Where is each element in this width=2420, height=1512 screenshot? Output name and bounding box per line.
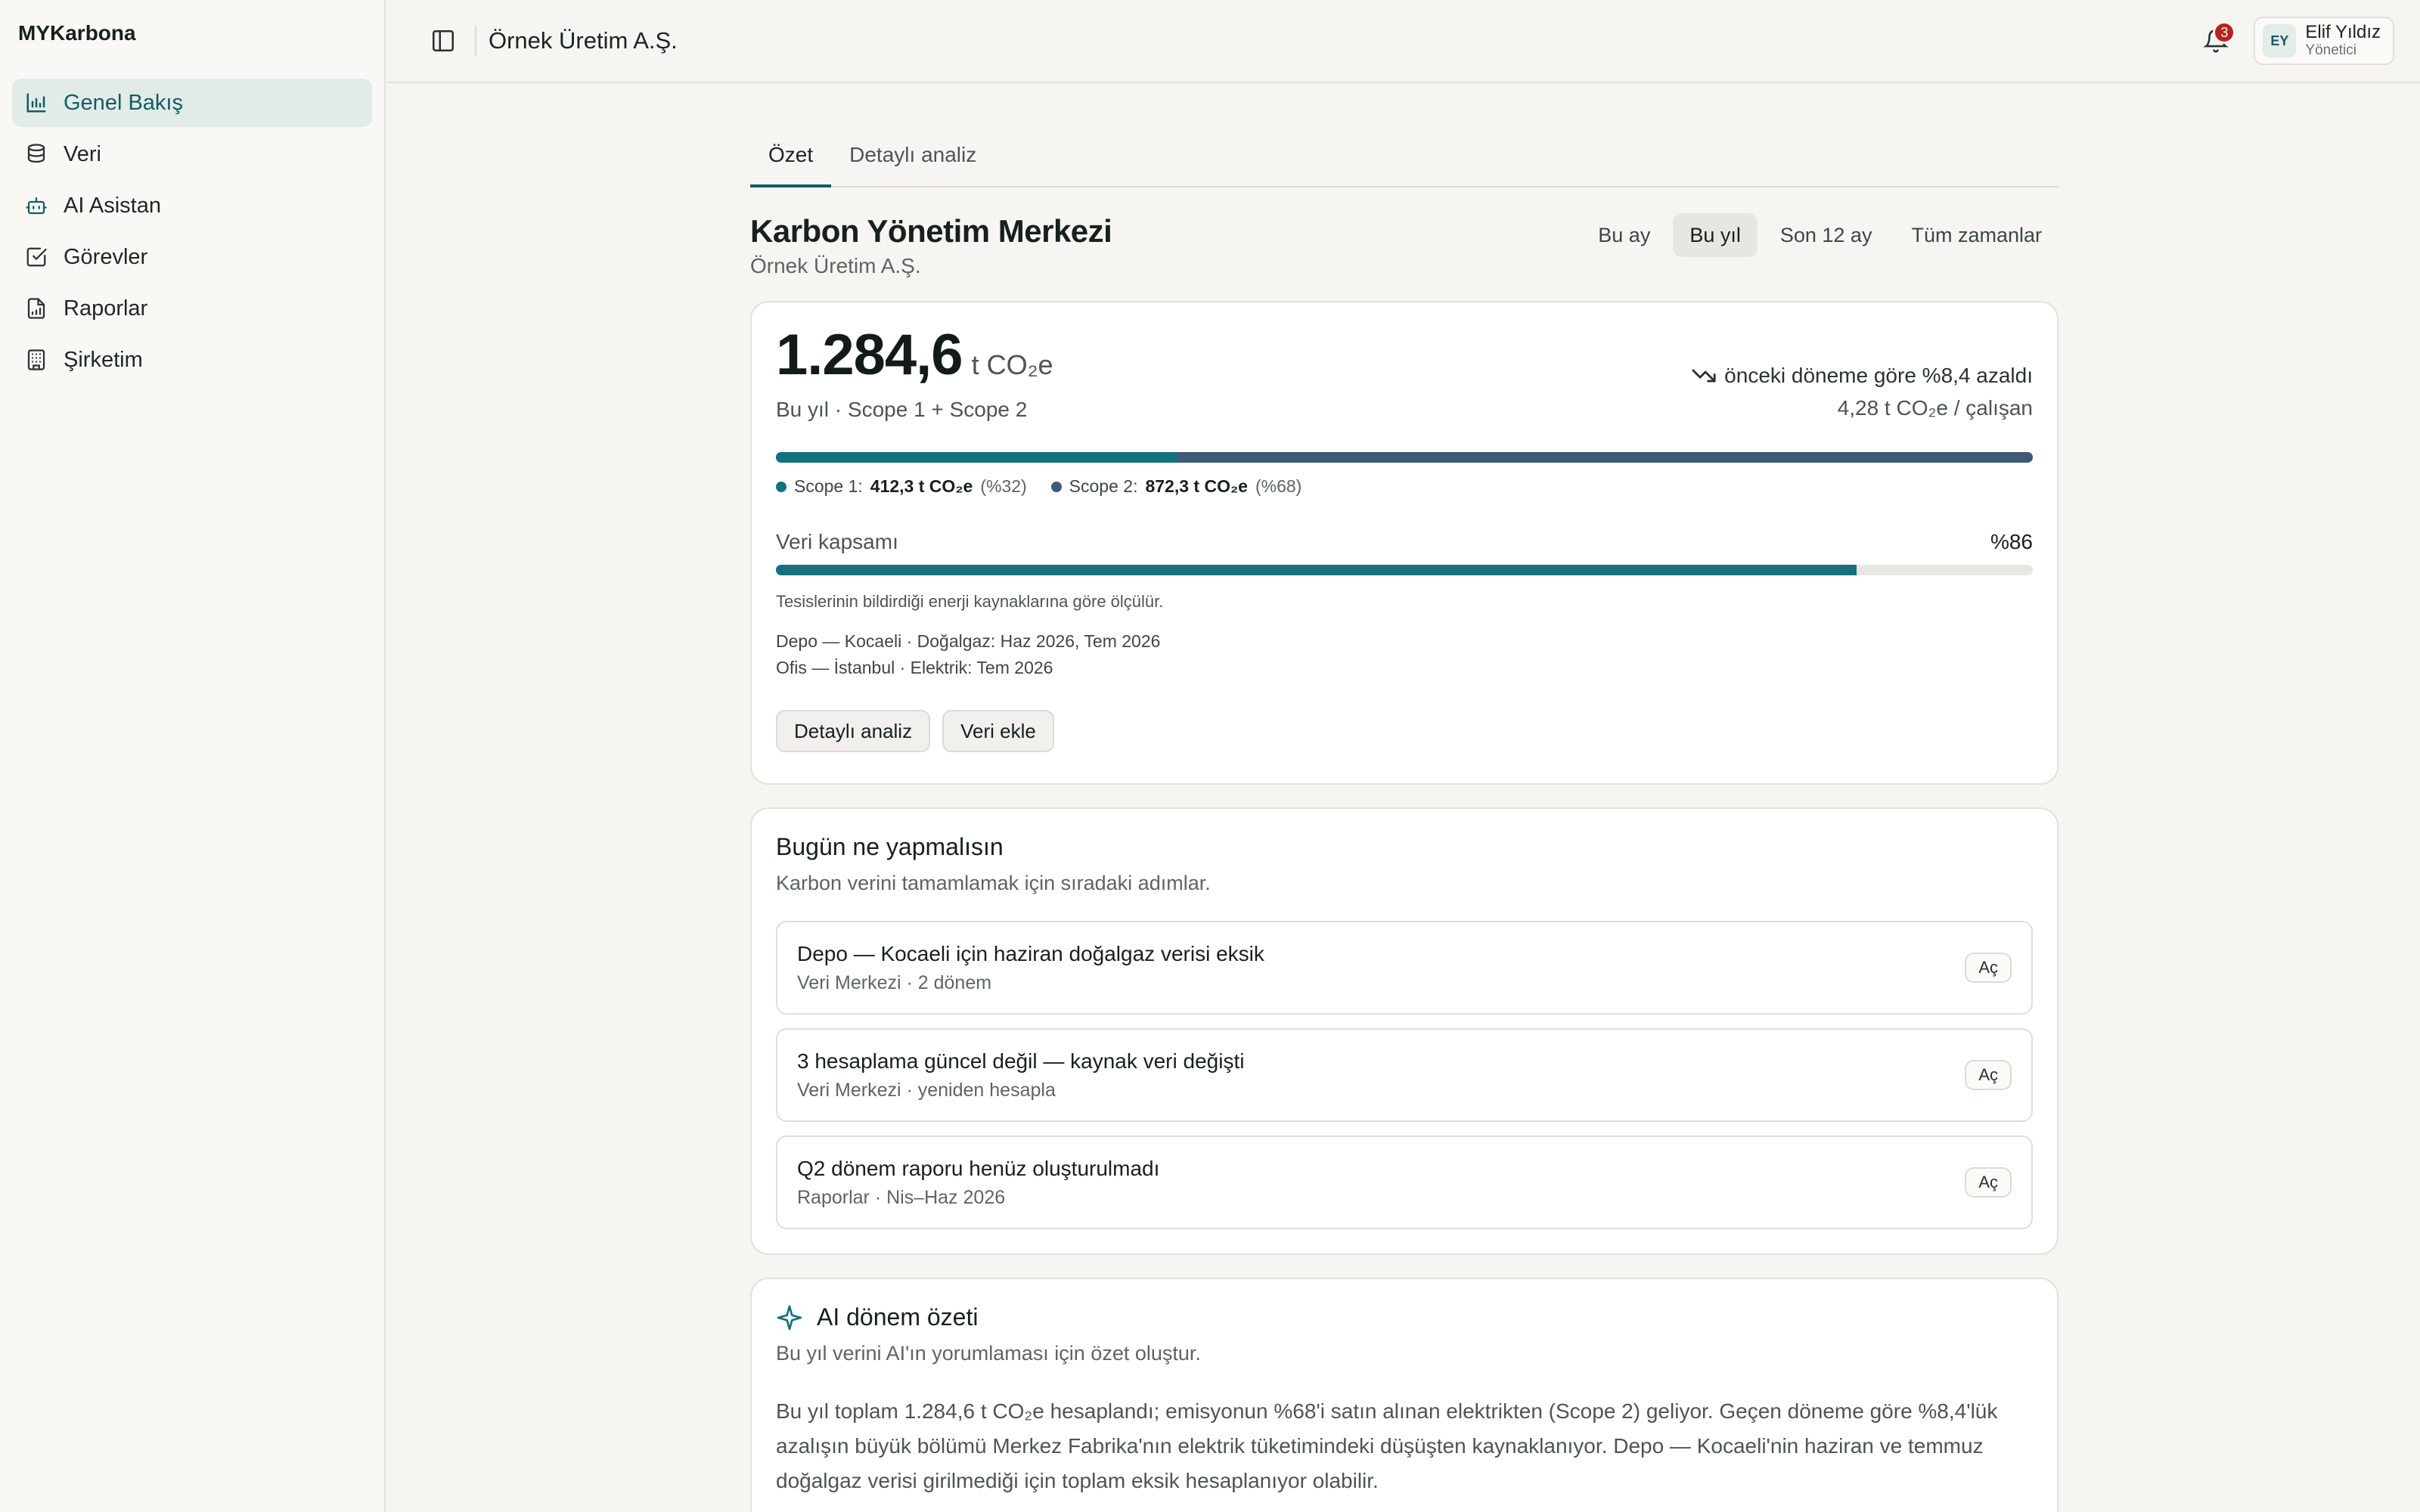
- todo-title: Bugün ne yapmalısın: [776, 833, 1004, 860]
- tab-detailed-analysis[interactable]: Detaylı analiz: [831, 125, 994, 187]
- user-role: Yönetici: [2305, 42, 2356, 58]
- scope1-label: Scope 1:: [794, 476, 863, 496]
- ai-summary-text: Bu yıl toplam 1.284,6 t CO₂e hesaplandı;…: [776, 1399, 1998, 1492]
- tab-bar: Özet Detaylı analiz: [750, 125, 2059, 187]
- todo-item[interactable]: Depo — Kocaeli için haziran doğalgaz ver…: [776, 921, 2033, 1015]
- missing-data-list: Depo — Kocaeli · Doğalgaz: Haz 2026, Tem…: [776, 628, 2033, 681]
- report-icon: [24, 296, 48, 321]
- detailed-analysis-button[interactable]: Detaylı analiz: [776, 710, 931, 752]
- ai-summary-subtitle: Bu yıl verini AI'ın yorumlaması için öze…: [776, 1342, 1201, 1365]
- sidebar-item-label: Şirketim: [64, 347, 143, 372]
- open-button[interactable]: Aç: [1965, 1167, 2012, 1198]
- notifications-button[interactable]: 3: [2195, 20, 2237, 62]
- todo-item-title: 3 hesaplama güncel değil — kaynak veri d…: [797, 1049, 1245, 1073]
- ai-summary-card: AI dönem özeti Bu yıl verini AI'ın yorum…: [750, 1278, 2059, 1512]
- coverage-note: Tesislerinin bildirdiği enerji kaynaklar…: [776, 592, 1164, 611]
- total-emissions-value: 1.284,6: [776, 323, 963, 387]
- topbar-divider: [475, 26, 476, 56]
- period-all-time-button[interactable]: Tüm zamanlar: [1894, 213, 2059, 257]
- todo-list: Depo — Kocaeli için haziran doğalgaz ver…: [776, 921, 2033, 1229]
- brand-logo[interactable]: MYKarbona: [12, 0, 372, 67]
- scope2-dot: [1050, 481, 1062, 492]
- period-this-month-button[interactable]: Bu ay: [1581, 213, 1667, 257]
- total-emissions-unit: t CO₂e: [971, 349, 1053, 380]
- trend-text: önceki döneme göre %8,4 azaldı: [1724, 364, 2033, 387]
- tab-summary[interactable]: Özet: [750, 125, 832, 187]
- building-icon: [24, 348, 48, 372]
- coverage-progress-fill: [776, 565, 1857, 575]
- missing-data-item: Ofis — İstanbul · Elektrik: Tem 2026: [776, 658, 1053, 677]
- sparkle-icon: [777, 1305, 802, 1330]
- ai-summary-title: AI dönem özeti: [817, 1303, 979, 1331]
- page-subtitle: Örnek Üretim A.Ş.: [750, 254, 921, 277]
- panel-left-icon: [432, 29, 455, 52]
- todo-item-title: Depo — Kocaeli için haziran doğalgaz ver…: [797, 941, 1264, 965]
- scope-legend: Scope 1: 412,3 t CO₂e (%32) Scope 2: 872…: [776, 476, 2033, 497]
- scope1-pct: (%32): [980, 476, 1027, 496]
- sidebar-item-label: Görevler: [64, 244, 148, 269]
- todo-card: Bugün ne yapmalısın Karbon verini tamaml…: [750, 807, 2059, 1255]
- open-button[interactable]: Aç: [1965, 953, 2012, 983]
- open-button[interactable]: Aç: [1965, 1060, 2012, 1090]
- sidebar-nav: Genel Bakış Veri AI Asistan Görevler Rap…: [12, 79, 372, 384]
- coverage-label: Veri kapsamı: [776, 530, 898, 553]
- topbar: Örnek Üretim A.Ş. 3 EY Elif Yıldız Yönet…: [386, 0, 2420, 83]
- todo-item[interactable]: Q2 dönem raporu henüz oluşturulmadı Rapo…: [776, 1136, 2033, 1229]
- sidebar-item-label: Genel Bakış: [64, 90, 183, 115]
- scope2-value: 872,3 t CO₂e: [1145, 476, 1248, 496]
- todo-item-meta: Raporlar · Nis–Haz 2026: [797, 1186, 1006, 1208]
- scope2-label: Scope 2:: [1069, 476, 1138, 496]
- bot-icon: [24, 194, 48, 218]
- sidebar-item-reports[interactable]: Raporlar: [12, 284, 372, 333]
- sidebar-item-company[interactable]: Şirketim: [12, 336, 372, 384]
- main-area: Örnek Üretim A.Ş. 3 EY Elif Yıldız Yönet…: [386, 0, 2420, 1512]
- todo-item[interactable]: 3 hesaplama güncel değil — kaynak veri d…: [776, 1028, 2033, 1122]
- sidebar: MYKarbona Genel Bakış Veri AI Asistan Gö…: [0, 0, 386, 1512]
- page-title: Karbon Yönetim Merkezi: [750, 213, 1112, 249]
- add-data-button[interactable]: Veri ekle: [942, 710, 1054, 752]
- sidebar-item-label: Veri: [64, 141, 101, 166]
- coverage-progress-bar: [776, 565, 2033, 575]
- user-menu[interactable]: EY Elif Yıldız Yönetici: [2254, 17, 2394, 65]
- period-filter-group: Bu ay Bu yıl Son 12 ay Tüm zamanlar: [1581, 213, 2059, 257]
- scope1-legend-item: Scope 1: 412,3 t CO₂e (%32): [776, 476, 1027, 497]
- intensity-per-employee: 4,28 t CO₂e / çalışan: [1837, 396, 2033, 420]
- todo-item-title: Q2 dönem raporu henüz oluşturulmadı: [797, 1156, 1160, 1180]
- scope1-segment: [776, 452, 1178, 463]
- missing-data-item: Depo — Kocaeli · Doğalgaz: Haz 2026, Tem…: [776, 631, 1161, 651]
- sidebar-toggle-button[interactable]: [419, 17, 467, 65]
- avatar: EY: [2263, 24, 2297, 57]
- database-icon: [24, 142, 48, 166]
- sidebar-item-label: AI Asistan: [64, 193, 161, 218]
- todo-item-meta: Veri Merkezi · 2 dönem: [797, 971, 992, 993]
- company-title: Örnek Üretim A.Ş.: [489, 27, 678, 54]
- trending-down-icon: [1692, 369, 1716, 383]
- bar-chart-icon: [24, 91, 48, 115]
- checkbox-icon: [24, 245, 48, 269]
- sidebar-item-tasks[interactable]: Görevler: [12, 233, 372, 281]
- scope1-value: 412,3 t CO₂e: [870, 476, 973, 496]
- scope2-legend-item: Scope 2: 872,3 t CO₂e (%68): [1050, 476, 1302, 497]
- coverage-percent: %86: [1990, 530, 2033, 553]
- sidebar-item-ai-assistant[interactable]: AI Asistan: [12, 181, 372, 230]
- sidebar-item-label: Raporlar: [64, 296, 148, 321]
- todo-subtitle: Karbon verini tamamlamak için sıradaki a…: [776, 872, 1211, 894]
- scope-note: Bu yıl · Scope 1 + Scope 2: [776, 398, 1028, 421]
- scope2-pct: (%68): [1255, 476, 1302, 496]
- period-this-year-button[interactable]: Bu yıl: [1673, 213, 1758, 257]
- scope1-dot: [776, 481, 786, 492]
- emissions-summary-card: 1.284,6 t CO₂e Bu yıl · Scope 1 + Scope 2…: [750, 301, 2059, 785]
- sidebar-item-data[interactable]: Veri: [12, 130, 372, 178]
- sidebar-item-overview[interactable]: Genel Bakış: [12, 79, 372, 127]
- notification-count-badge: 3: [2213, 21, 2236, 44]
- content: Özet Detaylı analiz Karbon Yönetim Merke…: [750, 125, 2059, 1512]
- period-last-12-months-button[interactable]: Son 12 ay: [1764, 213, 1889, 257]
- scope-split-bar: [776, 452, 2033, 463]
- todo-item-meta: Veri Merkezi · yeniden hesapla: [797, 1079, 1056, 1101]
- page-header: Karbon Yönetim Merkezi Örnek Üretim A.Ş.…: [750, 213, 2059, 278]
- user-name: Elif Yıldız: [2305, 22, 2381, 43]
